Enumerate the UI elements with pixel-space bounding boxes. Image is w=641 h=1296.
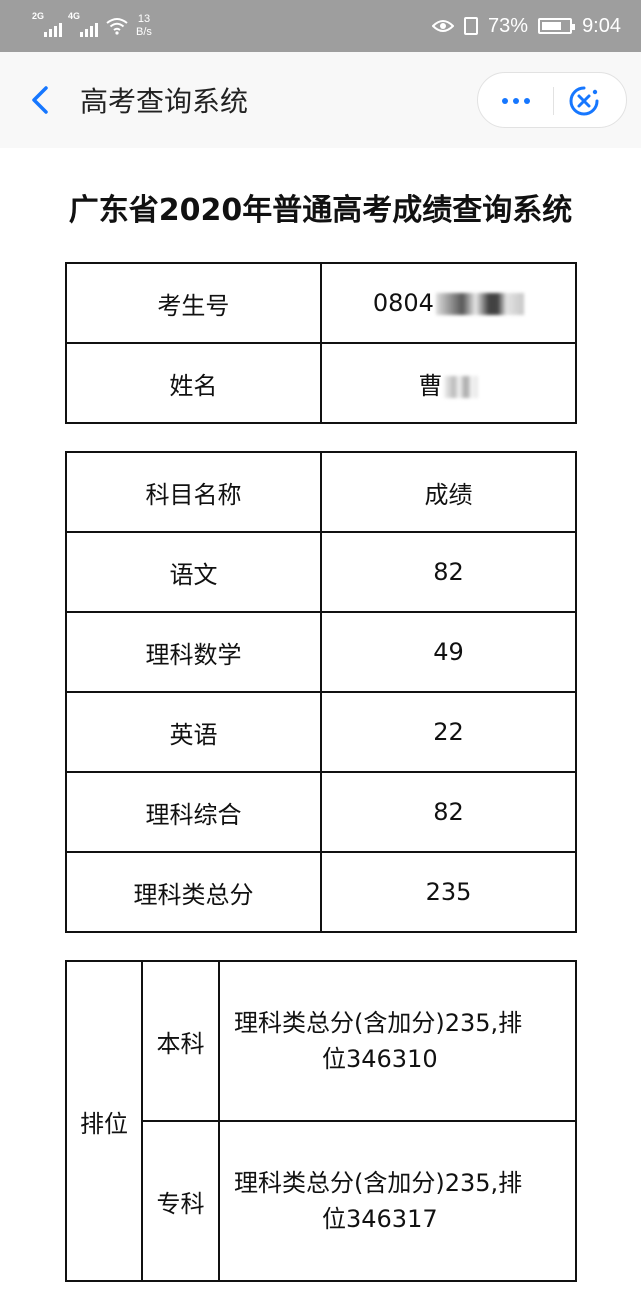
score-cell: 49 <box>319 611 578 693</box>
status-bar: 2G 4G 13 B/s 73% 9:04 <box>0 0 641 52</box>
score-cell: 82 <box>319 531 578 613</box>
close-circle-icon <box>569 86 599 116</box>
table-row: 排位 本科 理科类总分(含加分)235,排 位346310 <box>65 960 577 1282</box>
subject-cell: 理科综合 <box>65 771 322 853</box>
signal-icon: 4G <box>68 11 98 37</box>
status-right: 73% 9:04 <box>432 15 621 38</box>
signal-icon: 2G <box>32 11 62 37</box>
table-row: 理科类总分 235 <box>65 851 578 933</box>
score-cell: 82 <box>319 771 578 853</box>
subject-cell: 语文 <box>65 531 322 613</box>
table-row: 英语 22 <box>65 691 578 773</box>
redacted-mark <box>444 375 479 398</box>
network-type-1: 2G <box>32 11 45 21</box>
table-row: 语文 82 <box>65 531 578 613</box>
table-header-row: 科目名称 成绩 <box>65 451 578 533</box>
window-title: 高考查询系统 <box>80 85 249 118</box>
battery-icon <box>538 18 576 34</box>
mini-program-capsule <box>477 72 627 128</box>
network-speed: 13 B/s <box>136 13 152 39</box>
scores-table: 科目名称 成绩 语文 82 理科数学 49 英语 22 理科综合 82 理科类总… <box>65 451 578 933</box>
rank-detail-line: 理科类总分(含加分)235,排 <box>234 1009 523 1037</box>
rank-detail-cell: 理科类总分(含加分)235,排 位346310 <box>218 960 577 1122</box>
table-row: 理科数学 49 <box>65 611 578 693</box>
table-row: 理科综合 82 <box>65 771 578 853</box>
student-info-table: 考生号 0804 姓名 曹 <box>65 262 578 424</box>
network-type-2: 4G <box>68 11 81 21</box>
table-row: 考生号 0804 <box>65 262 578 344</box>
more-button[interactable] <box>478 73 553 129</box>
table-row: 专科 理科类总分(含加分)235,排 位346317 <box>66 1120 577 1282</box>
score-header: 成绩 <box>319 451 578 533</box>
speed-unit: B/s <box>136 26 152 38</box>
vibrate-icon <box>464 17 479 35</box>
page-title: 广东省2020年普通高考成绩查询系统 <box>68 193 573 228</box>
subject-header: 科目名称 <box>65 451 322 533</box>
score-cell: 235 <box>319 851 578 933</box>
title-bar: 高考查询系统 <box>0 52 641 148</box>
status-left: 2G 4G 13 B/s <box>32 11 152 39</box>
name-value: 曹 <box>418 371 443 400</box>
rank-detail-line: 位346317 <box>322 1205 438 1233</box>
table-row: 姓名 曹 <box>65 342 578 424</box>
redacted-mark <box>435 293 524 315</box>
subject-cell: 理科类总分 <box>65 851 322 933</box>
subject-cell: 理科数学 <box>65 611 322 693</box>
clock: 9:04 <box>582 14 621 37</box>
more-dots-icon <box>501 98 508 104</box>
close-button[interactable] <box>568 85 600 117</box>
exam-id-value: 0804 <box>372 289 434 317</box>
rank-detail-line: 理科类总分(含加分)235,排 <box>234 1169 523 1197</box>
exam-id-label: 考生号 <box>65 262 322 344</box>
rank-detail-line: 位346310 <box>322 1045 438 1073</box>
name-cell: 曹 <box>319 342 578 424</box>
ranking-table: 排位 本科 理科类总分(含加分)235,排 位346310 专科 理科类总分(含… <box>65 960 577 1282</box>
score-cell: 22 <box>319 691 578 773</box>
rank-type-cell: 专科 <box>141 1120 220 1282</box>
capsule-divider <box>553 87 554 115</box>
name-label: 姓名 <box>65 342 322 424</box>
ranking-label: 排位 <box>65 960 143 1282</box>
battery-percent: 73% <box>488 14 529 37</box>
rank-detail-cell: 理科类总分(含加分)235,排 位346317 <box>218 1120 577 1282</box>
subject-cell: 英语 <box>65 691 322 773</box>
rank-type-cell: 本科 <box>141 960 220 1122</box>
speed-value: 13 <box>137 13 151 25</box>
chevron-left-icon <box>32 86 48 114</box>
exam-id-cell: 0804 <box>319 262 578 344</box>
wifi-icon <box>106 17 128 35</box>
eye-icon <box>432 20 455 32</box>
back-button[interactable] <box>26 80 56 120</box>
